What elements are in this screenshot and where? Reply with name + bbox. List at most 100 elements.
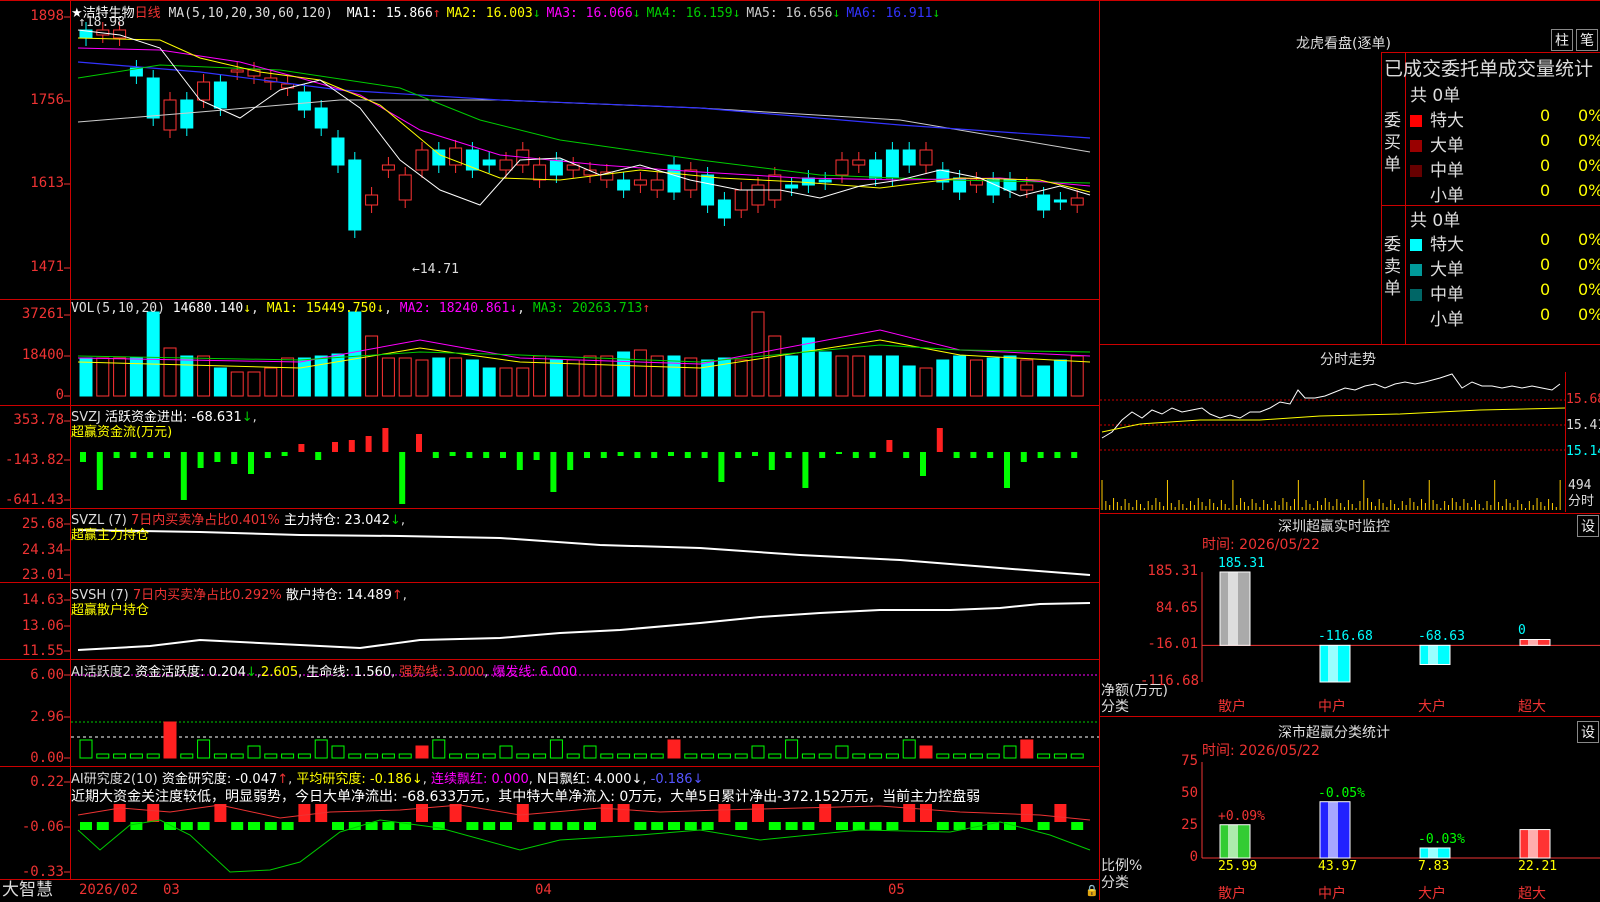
sell-total: 共 0单 [1410, 211, 1461, 231]
ma-value: MA2: 16.003 [446, 6, 533, 21]
monitor-value-label: -116.68 [1318, 629, 1373, 645]
classify-bar-shine [1328, 801, 1338, 858]
research-bar [449, 804, 462, 822]
candle-body [1070, 197, 1084, 206]
classify-bar-shine [1528, 829, 1538, 858]
candle-body [869, 159, 883, 179]
candle-body [381, 164, 395, 171]
candle-body [180, 99, 194, 129]
candle-body [919, 149, 933, 166]
ai-research-tick: -0.33 [21, 864, 64, 880]
ma-value: MA4: 16.159 [646, 6, 733, 21]
activity-bar [1020, 739, 1034, 759]
monitor-ytick: 185.31 [1147, 563, 1198, 579]
lock-icon[interactable]: 🔒 [1085, 883, 1099, 898]
flow-bar [668, 452, 674, 456]
activity-bar [247, 745, 261, 759]
volume-bar [583, 355, 597, 397]
activity-bar [600, 753, 614, 759]
volume-bar [281, 357, 295, 397]
research-bar [802, 822, 815, 830]
candlestick-chart[interactable] [79, 22, 1084, 238]
monitor-settings-button[interactable]: 设 [1577, 515, 1599, 537]
volume-bar [297, 357, 311, 397]
ai-research-tick: -0.06 [21, 819, 64, 835]
tab-column[interactable]: 柱 [1551, 29, 1573, 51]
high-price-label: ↑18.98 [78, 15, 125, 30]
classify-ytick: 25 [1181, 817, 1198, 833]
flow-bar [920, 452, 926, 476]
research-bar [113, 804, 126, 822]
flow-bar [886, 440, 893, 452]
monitor-ytick: 84.65 [1155, 599, 1198, 616]
flow-bar [315, 452, 322, 460]
candle-body [549, 159, 563, 176]
low-price-label: ←14.71 [412, 262, 459, 277]
candle-body [701, 174, 715, 206]
activity-bar [583, 745, 597, 759]
ma-arrow: ↓ [832, 6, 841, 21]
candle-body [633, 179, 647, 186]
activity-bar [1037, 753, 1051, 759]
flow-bar [970, 452, 977, 458]
volume-bar [180, 355, 194, 397]
activity-bar [264, 753, 278, 759]
volume-bar [432, 357, 446, 397]
date-label: 2026/02 [79, 882, 139, 898]
activity-bar [549, 739, 563, 759]
research-bar [684, 822, 697, 830]
volume-bar [1003, 355, 1017, 397]
lhb-row-name: 中单 [1430, 161, 1464, 181]
flow-bar [1037, 452, 1044, 458]
period-label[interactable]: 日线 [135, 6, 161, 21]
research-bar [466, 822, 479, 830]
activity-bar [684, 753, 698, 759]
price-tick: 1756 [30, 92, 64, 108]
volume-bar [566, 359, 580, 397]
ma-value: MA3: 16.066 [546, 6, 633, 21]
date-label: 05 [888, 882, 905, 898]
flow-bar [836, 452, 842, 454]
candle-body [852, 159, 866, 166]
classify-settings-button[interactable]: 设 [1577, 721, 1599, 743]
candle-body [650, 179, 664, 191]
color-swatch-icon [1410, 190, 1422, 202]
flow-bar [281, 452, 288, 456]
activity-bar [1003, 745, 1017, 759]
flow-bar [567, 452, 574, 470]
lhb-row-count: 0 [1540, 255, 1551, 274]
candle-body [197, 81, 211, 101]
volume-bar [533, 355, 547, 397]
lhb-row-buy: 特大 [1410, 106, 1464, 131]
research-bar [264, 822, 277, 830]
color-swatch-icon [1410, 264, 1422, 276]
flow-bar [1071, 452, 1078, 458]
classify-ytick: 0 [1189, 849, 1198, 865]
svzl-tick: 23.01 [21, 567, 64, 583]
research-bar [1037, 822, 1050, 830]
research-bar [836, 822, 848, 830]
flow-bar [214, 452, 221, 462]
activity-bar [415, 745, 429, 759]
svzl-tick: 25.68 [21, 516, 64, 532]
intraday-chart [1100, 372, 1566, 512]
activity-bar [113, 753, 127, 759]
activity-bar [96, 753, 110, 759]
volume-bar [96, 357, 110, 397]
research-bar [516, 804, 529, 822]
tab-trade[interactable]: 笔 [1576, 29, 1598, 51]
volume-bar [415, 359, 429, 397]
research-bar [214, 804, 227, 822]
volume-bar [398, 357, 412, 397]
volume-bar [986, 357, 1000, 397]
ai-activity-header: AI活跃度2 资金活跃度: 0.204↓,2.605, 生命线: 1.560, … [71, 665, 578, 680]
ai-research-comment: 近期大资金关注度较低，明显弱势，今日大单净流出: -68.633万元，其中特大单… [71, 789, 981, 805]
main-position-line [77, 529, 1091, 576]
research-bar [180, 822, 193, 830]
research-bar [819, 804, 832, 822]
flow-bar [399, 452, 406, 504]
activity-bar [533, 753, 547, 759]
research-bar [936, 822, 949, 830]
volume-bar [163, 347, 177, 397]
candle-body [146, 77, 160, 119]
